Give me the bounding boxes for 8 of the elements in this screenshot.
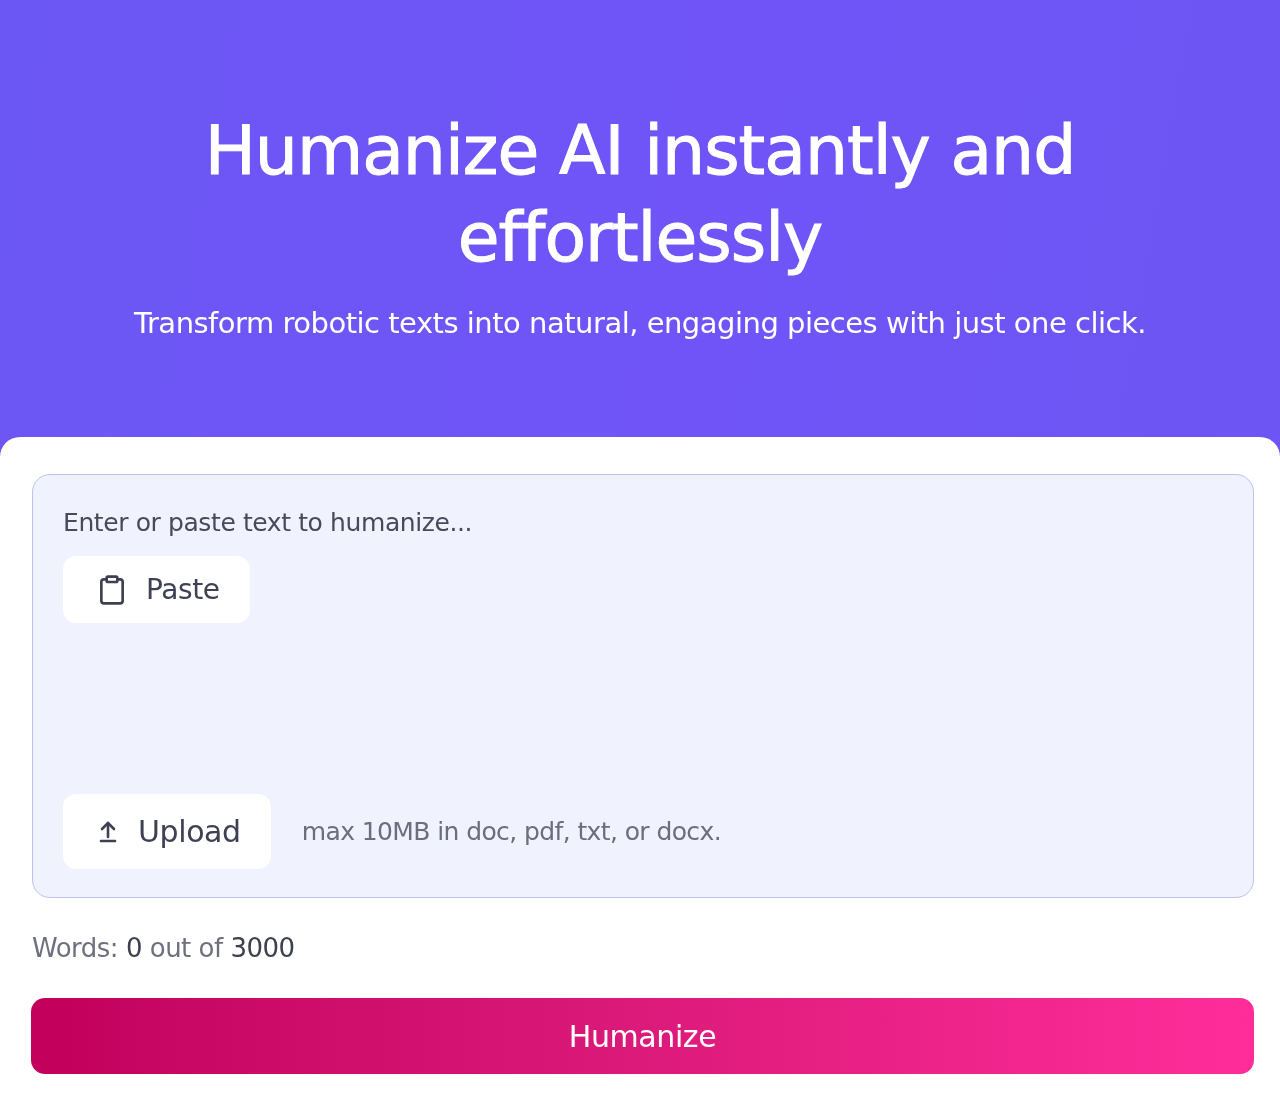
upload-hint: max 10MB in doc, pdf, txt, or docx. [301, 817, 722, 846]
hero-subtitle: Transform robotic texts into natural, engaging pieces with just one click. [134, 305, 1146, 341]
humanize-button[interactable]: Humanize [31, 998, 1254, 1074]
paste-button[interactable]: Paste [63, 556, 250, 623]
word-counter: Words: 0 out of 3000 [32, 932, 296, 964]
hero-title: Humanize AI instantly and effortlessly [203, 110, 1077, 279]
text-input-field[interactable]: Enter or paste text to humanize... Paste Upload max 10MB in doc, pdf, txt, or docx. [32, 474, 1254, 898]
upload-button[interactable]: Upload [63, 794, 271, 869]
